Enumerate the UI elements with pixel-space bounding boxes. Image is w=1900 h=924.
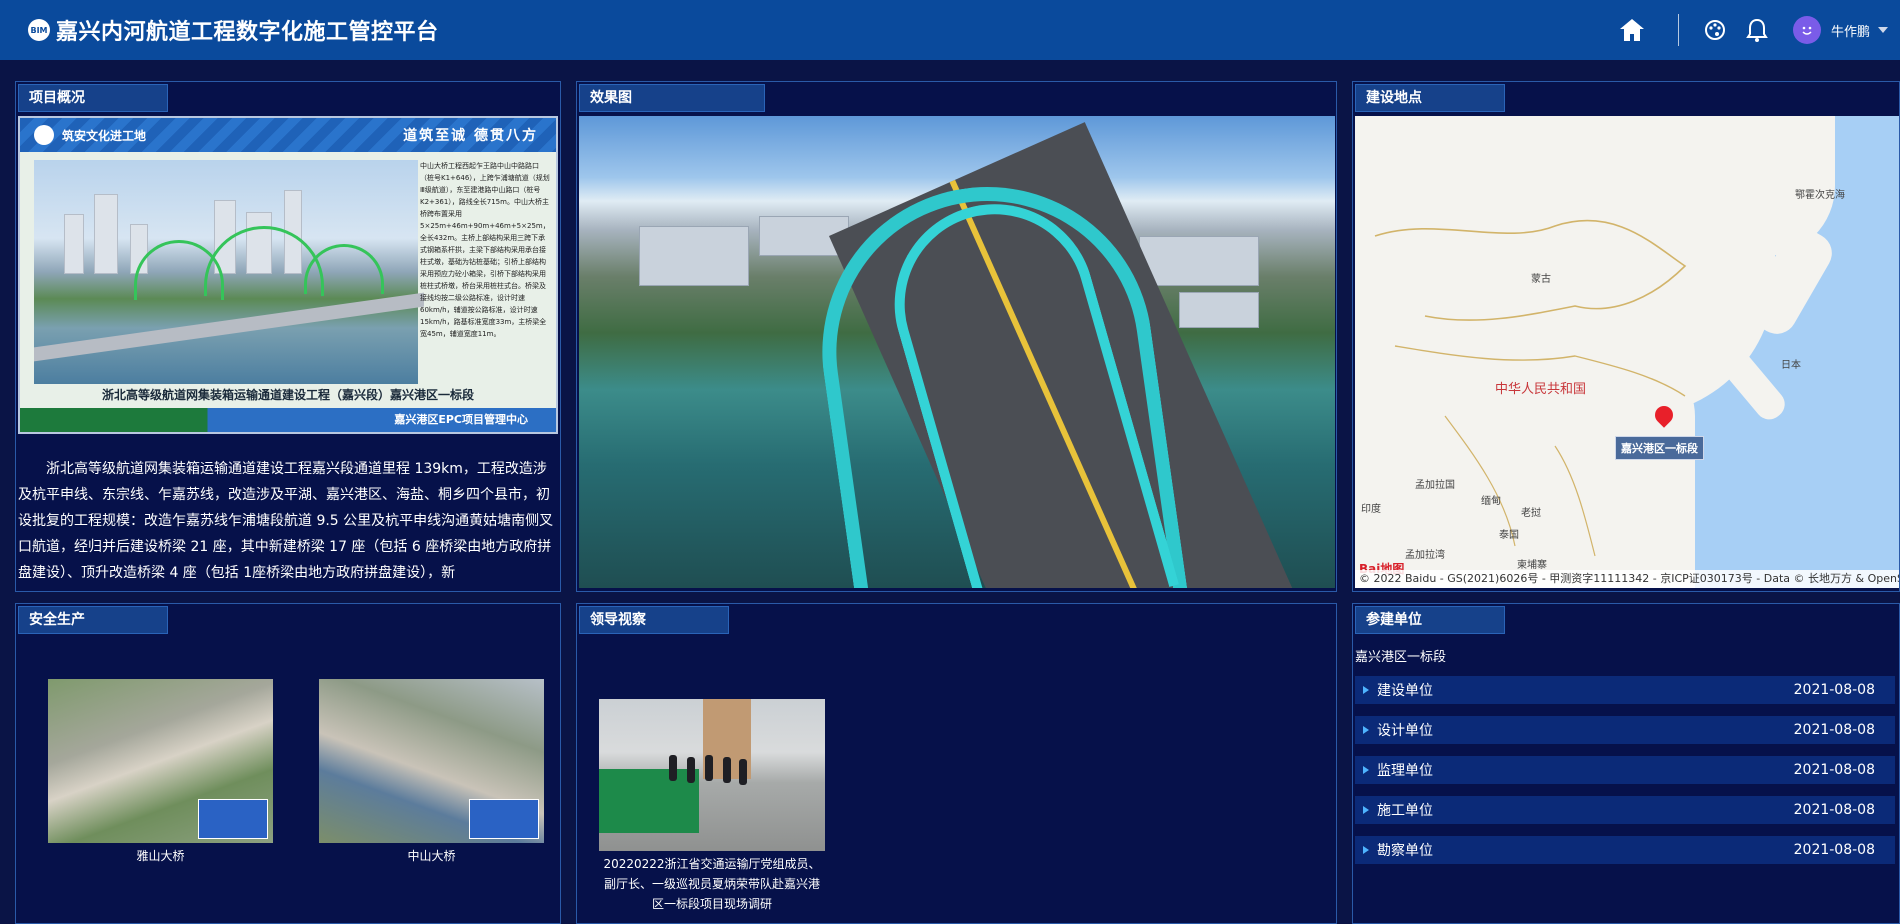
map-label: 老挝 [1521,508,1541,519]
home-icon[interactable] [1618,17,1646,43]
unit-row[interactable]: 监理单位 2021-08-08 [1355,756,1895,784]
safety-panel: 安全生产 雅山大桥 中山大桥 [15,603,561,924]
overview-panel: 项目概况 筑安文化进工地 道筑至诚 德贯八方 中山大桥工程西起乍王路中山中路路口… [15,81,561,592]
caret-right-icon [1363,806,1369,814]
app-title: 嘉兴内河航道工程数字化施工管控平台 [56,20,439,45]
header-divider [1677,14,1679,46]
map-label: 中华人民共和国 [1495,382,1587,397]
safety-title: 安全生产 [18,606,168,634]
unit-name: 监理单位 [1377,763,1433,779]
caret-right-icon [1363,846,1369,854]
unit-name: 建设单位 [1377,683,1433,699]
caret-right-icon [1363,726,1369,734]
map-copyright: © 2022 Baidu - GS(2021)6026号 - 甲测资字11111… [1355,570,1899,588]
header-actions: 牛作鹏 [1618,0,1900,60]
project-board-image: 筑安文化进工地 道筑至诚 德贯八方 中山大桥工程西起乍王路中山中路路口（桩号K1… [18,116,558,434]
caret-right-icon [1363,686,1369,694]
map-label: 柬埔寨 [1517,560,1547,571]
bell-icon[interactable] [1745,17,1769,43]
chevron-down-icon[interactable] [1878,27,1888,33]
app-logo-icon: BIM [28,19,50,41]
units-panel: 参建单位 嘉兴港区一标段 建设单位 2021-08-08 设计单位 2021-0… [1352,603,1900,924]
caret-right-icon [1363,766,1369,774]
map-label: 孟加拉湾 [1405,550,1445,561]
inspection-title: 领导视察 [579,606,729,634]
unit-name: 施工单位 [1377,803,1433,819]
unit-date: 2021-08-08 [1793,762,1875,778]
unit-date: 2021-08-08 [1793,802,1875,818]
unit-row[interactable]: 设计单位 2021-08-08 [1355,716,1895,744]
location-title: 建设地点 [1355,84,1505,112]
bridge-rendering-image [579,116,1335,588]
board-description: 中山大桥工程西起乍王路中山中路路口（桩号K1+646），上跨乍浦塘航道（规划Ⅲ级… [420,162,550,338]
unit-row[interactable]: 施工单位 2021-08-08 [1355,796,1895,824]
safety-photo-yashan[interactable] [48,679,273,843]
board-seal-icon [34,125,54,145]
app-header: BIM 嘉兴内河航道工程数字化施工管控平台 牛作鹏 [0,0,1900,60]
unit-row[interactable]: 建设单位 2021-08-08 [1355,676,1895,704]
safety-photo-zhongshan[interactable] [319,679,544,843]
map-label: 日本 [1781,360,1801,371]
palette-icon[interactable] [1703,18,1727,42]
location-panel: 建设地点 蒙古 中华人民共和国 日本 鄂霍次克海 孟加拉国 缅甸 老挝 泰国 柬… [1352,81,1900,592]
unit-date: 2021-08-08 [1793,722,1875,738]
avatar[interactable] [1792,16,1821,44]
board-caption: 浙北高等级航道网集装箱运输通道建设工程（嘉兴段）嘉兴港区一标段 [101,388,474,402]
units-section-title: 嘉兴港区一标段 [1355,650,1447,665]
board-brand: 筑安文化进工地 [62,128,147,143]
unit-row[interactable]: 勘察单位 2021-08-08 [1355,836,1895,864]
map-label: 鄂霍次克海 [1795,190,1845,201]
app-logo-text: BIM [30,25,48,35]
map-label: 蒙古 [1531,274,1551,285]
unit-name: 设计单位 [1377,723,1433,739]
overview-title: 项目概况 [18,84,168,112]
username[interactable]: 牛作鹏 [1831,21,1870,40]
inspection-caption: 20220222浙江省交通运输厅党组成员、副厅长、一级巡视员夏炳荣带队赴嘉兴港区… [603,857,821,911]
location-pin-label[interactable]: 嘉兴港区一标段 [1615,436,1704,460]
map-label: 泰国 [1499,530,1519,541]
board-header: 筑安文化进工地 道筑至诚 德贯八方 [20,118,556,152]
map-label: 印度 [1361,504,1381,515]
map-label: 孟加拉国 [1415,480,1455,491]
inspection-panel: 领导视察 20220222浙江省交通运输厅党组成员、副厅长、一级巡视员夏炳荣带队… [576,603,1337,924]
board-footer: 嘉兴港区EPC项目管理中心 [20,408,556,432]
project-description: 浙北高等级航道网集装箱运输通道建设工程嘉兴段通道里程 139km，工程改造涉及杭… [18,461,554,581]
unit-name: 勘察单位 [1377,843,1433,859]
inspection-photo[interactable] [599,699,825,851]
bridge-photo [34,160,424,384]
board-slogan: 道筑至诚 德贯八方 [403,128,538,144]
units-title: 参建单位 [1355,606,1505,634]
baidu-map[interactable]: 蒙古 中华人民共和国 日本 鄂霍次克海 孟加拉国 缅甸 老挝 泰国 柬埔寨 印度… [1355,116,1899,588]
unit-date: 2021-08-08 [1793,842,1875,858]
map-label: 缅甸 [1481,496,1501,507]
rendering-title: 效果图 [579,84,765,112]
rendering-panel: 效果图 [576,81,1337,592]
safety-photo-caption: 雅山大桥 [136,849,185,863]
safety-photo-caption: 中山大桥 [407,849,456,863]
unit-date: 2021-08-08 [1793,682,1875,698]
